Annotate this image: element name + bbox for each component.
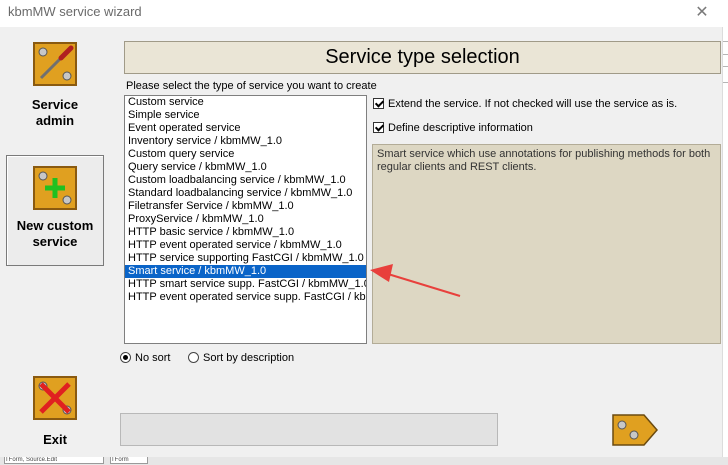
new-service-icon [33, 166, 77, 210]
list-item[interactable]: HTTP basic service / kbmMW_1.0 [125, 226, 366, 239]
radio-unselected-icon[interactable] [188, 352, 199, 363]
list-item[interactable]: Event operated service [125, 122, 366, 135]
header-panel: Service type selection [124, 41, 721, 74]
page-title: Service type selection [325, 46, 520, 68]
list-item[interactable]: Custom service [125, 96, 366, 109]
background-tab: TForm [110, 457, 148, 464]
close-icon[interactable]: ✕ [684, 1, 720, 25]
background-window-strip: TForm, Source.Edit TForm [0, 457, 728, 465]
list-item[interactable]: Smart service / kbmMW_1.0 [125, 265, 366, 278]
list-item[interactable]: HTTP service supporting FastCGI / kbmMW_… [125, 252, 366, 265]
new-custom-service-label: New custom service [16, 218, 94, 249]
list-item[interactable]: Custom loadbalancing service / kbmMW_1.0 [125, 174, 366, 187]
checkbox-checked-icon[interactable] [373, 98, 384, 109]
list-item[interactable]: HTTP smart service supp. FastCGI / kbmMW… [125, 278, 366, 291]
list-item[interactable]: Inventory service / kbmMW_1.0 [125, 135, 366, 148]
no-sort-label: No sort [135, 352, 171, 364]
extend-service-checkbox[interactable]: Extend the service. If not checked will … [373, 98, 677, 110]
list-item[interactable]: Filetransfer Service / kbmMW_1.0 [125, 200, 366, 213]
exit-button[interactable]: Exit [6, 374, 104, 450]
extend-service-label: Extend the service. If not checked will … [388, 98, 678, 110]
list-item[interactable]: Simple service [125, 109, 366, 122]
sort-by-description-radio[interactable]: Sort by description [188, 352, 294, 364]
no-sort-radio[interactable]: No sort [120, 352, 170, 364]
new-custom-service-button[interactable]: New custom service [6, 155, 104, 266]
background-tab: TForm, Source.Edit [4, 457, 104, 464]
progress-bar [120, 413, 498, 446]
service-admin-label: Service admin [31, 97, 79, 128]
list-item[interactable]: HTTP event operated service / kbmMW_1.0 [125, 239, 366, 252]
descriptive-info-label: Define descriptive information [388, 122, 533, 134]
list-item[interactable]: HTTP event operated service supp. FastCG… [125, 291, 366, 304]
checkbox-checked-icon[interactable] [373, 122, 384, 133]
sort-by-description-label: Sort by description [203, 352, 295, 364]
list-item[interactable]: Standard loadbalancing service / kbmMW_1… [125, 187, 366, 200]
screwdriver-icon [33, 42, 77, 86]
list-prompt: Please select the type of service you wa… [126, 80, 377, 92]
window-title: kbmMW service wizard [8, 4, 142, 19]
list-item[interactable]: Query service / kbmMW_1.0 [125, 161, 366, 174]
exit-label: Exit [43, 432, 67, 447]
list-item[interactable]: ProxyService / kbmMW_1.0 [125, 213, 366, 226]
radio-selected-icon[interactable] [120, 352, 131, 363]
list-item[interactable]: Custom query service [125, 148, 366, 161]
next-arrow-button[interactable] [612, 414, 658, 446]
service-description: Smart service which use annotations for … [372, 144, 721, 344]
service-type-list[interactable]: Custom service Simple service Event operat… [124, 95, 367, 344]
service-admin-button[interactable]: Service admin [6, 40, 104, 140]
title-bar: kbmMW service wizard ✕ [0, 0, 728, 27]
exit-icon [33, 376, 77, 420]
descriptive-info-checkbox[interactable]: Define descriptive information [373, 122, 533, 134]
right-edge-strip [722, 27, 728, 465]
